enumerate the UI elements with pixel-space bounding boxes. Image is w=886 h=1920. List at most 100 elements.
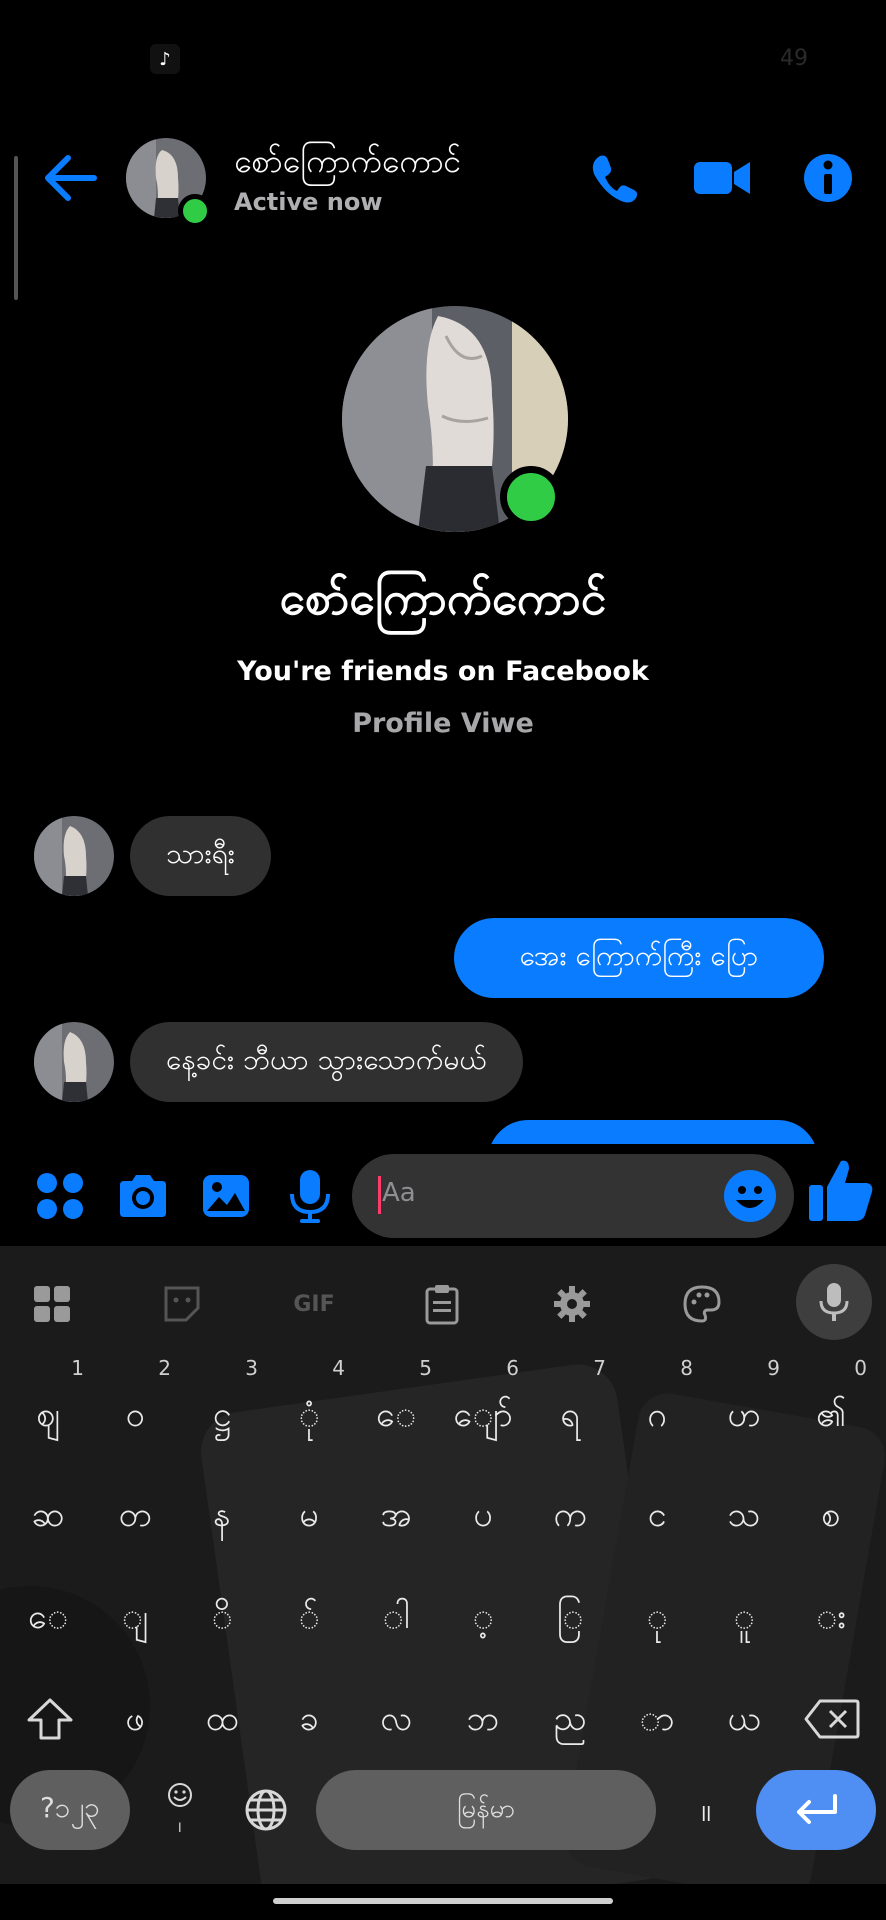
apps-grid-icon[interactable] — [32, 1164, 88, 1228]
key-label: ေ — [375, 1395, 417, 1435]
key-hint: 4 — [332, 1356, 345, 1380]
key[interactable]: ြ — [530, 1572, 610, 1662]
home-indicator[interactable] — [273, 1898, 613, 1904]
key-hint: 6 — [506, 1356, 519, 1380]
key[interactable]: မ — [269, 1470, 349, 1560]
key[interactable]: ဈ1 — [8, 1356, 88, 1460]
shift-icon[interactable] — [10, 1674, 90, 1764]
key[interactable]: ဟ9 — [704, 1356, 784, 1460]
key[interactable]: ဋ္ဌ 3 — [182, 1356, 262, 1460]
keyboard: GIF ဈ1 ဝ2 ဋ္ဌ 3 ုံ 4 ေ 5 ျော် 6 ရ7 ဂ8 ဟ9 ၏ 0 … — [0, 1246, 886, 1884]
key[interactable]: ေ 5 — [356, 1356, 436, 1460]
key[interactable]: ဝ2 — [95, 1356, 175, 1460]
scroll-indicator[interactable] — [14, 156, 18, 300]
key-label: ဟ — [727, 1395, 761, 1435]
thumbs-up-icon[interactable] — [806, 1158, 876, 1222]
key[interactable]: ဂ8 — [617, 1356, 697, 1460]
message-bubble-incoming[interactable]: သားရီး — [130, 816, 271, 896]
phone-icon[interactable] — [584, 146, 644, 210]
key[interactable]: ရ7 — [530, 1356, 610, 1460]
gallery-icon[interactable] — [198, 1164, 254, 1228]
key[interactable]: း — [791, 1572, 871, 1662]
apps-grid-icon[interactable] — [22, 1274, 82, 1334]
tiktok-icon: ♪ — [150, 44, 180, 74]
camera-icon[interactable] — [114, 1164, 172, 1228]
message-placeholder: Aa — [382, 1178, 416, 1208]
profile-online-dot — [500, 466, 562, 528]
key[interactable]: ် — [269, 1572, 349, 1662]
key[interactable]: ျော် 6 — [443, 1356, 523, 1460]
key[interactable]: ူ — [704, 1572, 784, 1662]
symbols-key[interactable]: ?၁၂၃ — [10, 1770, 130, 1850]
key[interactable]: ိ — [182, 1572, 262, 1662]
key[interactable]: ဘ — [443, 1674, 523, 1764]
backspace-icon[interactable] — [792, 1674, 872, 1764]
back-arrow-icon[interactable] — [40, 148, 104, 208]
key-label: ျော် — [453, 1395, 513, 1435]
palette-icon[interactable] — [672, 1274, 732, 1334]
profile-name: စော်ကြောက်ကောင် — [279, 571, 607, 625]
key[interactable]: ါ — [356, 1572, 436, 1662]
key-label: ဝ — [125, 1395, 145, 1435]
video-camera-icon[interactable] — [690, 146, 754, 210]
key[interactable]: စ — [791, 1470, 871, 1560]
key[interactable]: န — [182, 1470, 262, 1560]
key-hint: 3 — [245, 1356, 258, 1380]
sticker-icon[interactable] — [152, 1274, 212, 1334]
key[interactable]: ာ — [617, 1674, 697, 1764]
key[interactable]: ပ — [443, 1470, 523, 1560]
key[interactable]: ု — [617, 1572, 697, 1662]
key[interactable]: ေ — [8, 1572, 88, 1662]
key[interactable]: လ — [356, 1674, 436, 1764]
voice-input-microphone-icon[interactable] — [796, 1264, 872, 1340]
globe-icon[interactable] — [226, 1770, 306, 1850]
key-label: ဈ — [36, 1395, 60, 1435]
key-hint: 2 — [158, 1356, 171, 1380]
enter-key-icon[interactable] — [756, 1770, 876, 1850]
emoji-icon[interactable] — [722, 1168, 778, 1228]
key[interactable]: ့ — [443, 1572, 523, 1662]
microphone-icon[interactable] — [284, 1164, 336, 1228]
key[interactable]: ျ — [95, 1572, 175, 1662]
key-label: ၏ — [815, 1395, 847, 1435]
settings-gear-icon[interactable] — [542, 1274, 602, 1334]
key[interactable]: ခ — [269, 1674, 349, 1764]
key[interactable]: ဖ — [95, 1674, 175, 1764]
message-avatar[interactable] — [34, 1022, 114, 1102]
gif-icon[interactable]: GIF — [282, 1274, 346, 1334]
message-input[interactable]: Aa — [352, 1154, 794, 1238]
key[interactable]: က — [530, 1470, 610, 1560]
header-active-status: Active now — [234, 188, 383, 216]
key-hint: 7 — [593, 1356, 606, 1380]
emoji-key-sub-label: ၊ — [178, 1813, 182, 1838]
key-label: ုံ — [298, 1395, 320, 1435]
view-profile-link[interactable]: Profile Viwe — [0, 708, 886, 739]
key[interactable]: သ — [704, 1470, 784, 1560]
key[interactable]: ဆ — [8, 1470, 88, 1560]
online-status-dot — [178, 194, 212, 228]
period-key[interactable]: ။ — [666, 1770, 746, 1850]
key[interactable]: င — [617, 1470, 697, 1560]
key-label: ရ — [560, 1395, 580, 1435]
message-bubble-partial — [488, 1120, 818, 1144]
message-avatar[interactable] — [34, 816, 114, 896]
emoji-key[interactable]: ၊ — [140, 1770, 220, 1850]
key-hint: 1 — [71, 1356, 84, 1380]
key[interactable]: ည — [530, 1674, 610, 1764]
info-icon[interactable] — [796, 146, 860, 210]
key-label: ဋ္ဌ — [212, 1395, 232, 1435]
message-bubble-outgoing[interactable]: အေး ကြောက်ကြီး ပြော — [454, 918, 824, 998]
key-hint: 5 — [419, 1356, 432, 1380]
space-bar[interactable]: မြန်မာ — [316, 1770, 656, 1850]
text-caret — [378, 1176, 381, 1214]
key[interactable]: ၏ 0 — [791, 1356, 871, 1460]
key[interactable]: ုံ 4 — [269, 1356, 349, 1460]
message-bubble-incoming[interactable]: နေ့ခင်း ဘီယာ သွားသောက်မယ် — [130, 1022, 523, 1102]
key[interactable]: တ — [95, 1470, 175, 1560]
key[interactable]: အ — [356, 1470, 436, 1560]
key-label: ဂ — [647, 1395, 667, 1435]
clipboard-icon[interactable] — [412, 1274, 472, 1334]
header-contact-name[interactable]: စော်ကြောက်ကောင် — [234, 140, 461, 188]
key[interactable]: ယ — [704, 1674, 784, 1764]
key[interactable]: ထ — [182, 1674, 262, 1764]
